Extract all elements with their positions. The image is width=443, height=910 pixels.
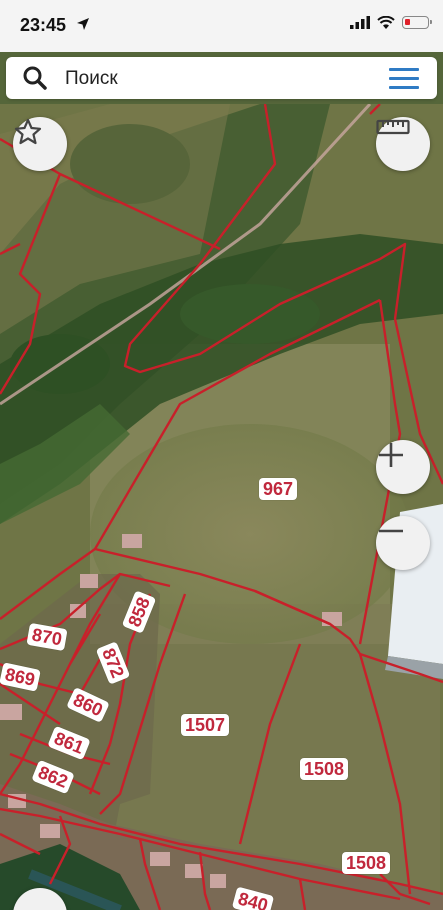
search-bar[interactable]: Поиск xyxy=(6,57,437,99)
plot-label[interactable]: 967 xyxy=(259,478,298,500)
battery-icon xyxy=(402,16,432,29)
measure-button[interactable] xyxy=(376,117,430,171)
search-icon[interactable] xyxy=(22,65,48,91)
search-input[interactable]: Поиск xyxy=(65,68,118,90)
signal-icon xyxy=(350,16,370,29)
minus-icon xyxy=(379,529,403,533)
ruler-icon xyxy=(376,119,410,135)
zoom-in-button[interactable] xyxy=(376,440,430,494)
status-bar: 23:45 xyxy=(0,0,443,52)
plot-label[interactable]: 1508 xyxy=(300,758,349,780)
plot-label[interactable]: 1507 xyxy=(181,714,230,736)
status-indicators xyxy=(350,16,432,29)
map-view[interactable]: 967 858 870 872 869 860 861 862 1507 150… xyxy=(0,104,443,910)
favorite-button[interactable] xyxy=(13,117,67,171)
status-time: 23:45 xyxy=(20,15,67,35)
hamburger-menu-icon[interactable] xyxy=(389,68,419,90)
plus-icon xyxy=(379,443,403,467)
zoom-out-button[interactable] xyxy=(376,516,430,570)
wifi-icon xyxy=(377,16,395,29)
location-arrow-icon xyxy=(77,18,89,30)
star-icon xyxy=(14,118,42,145)
plot-label[interactable]: 1508 xyxy=(342,852,391,874)
